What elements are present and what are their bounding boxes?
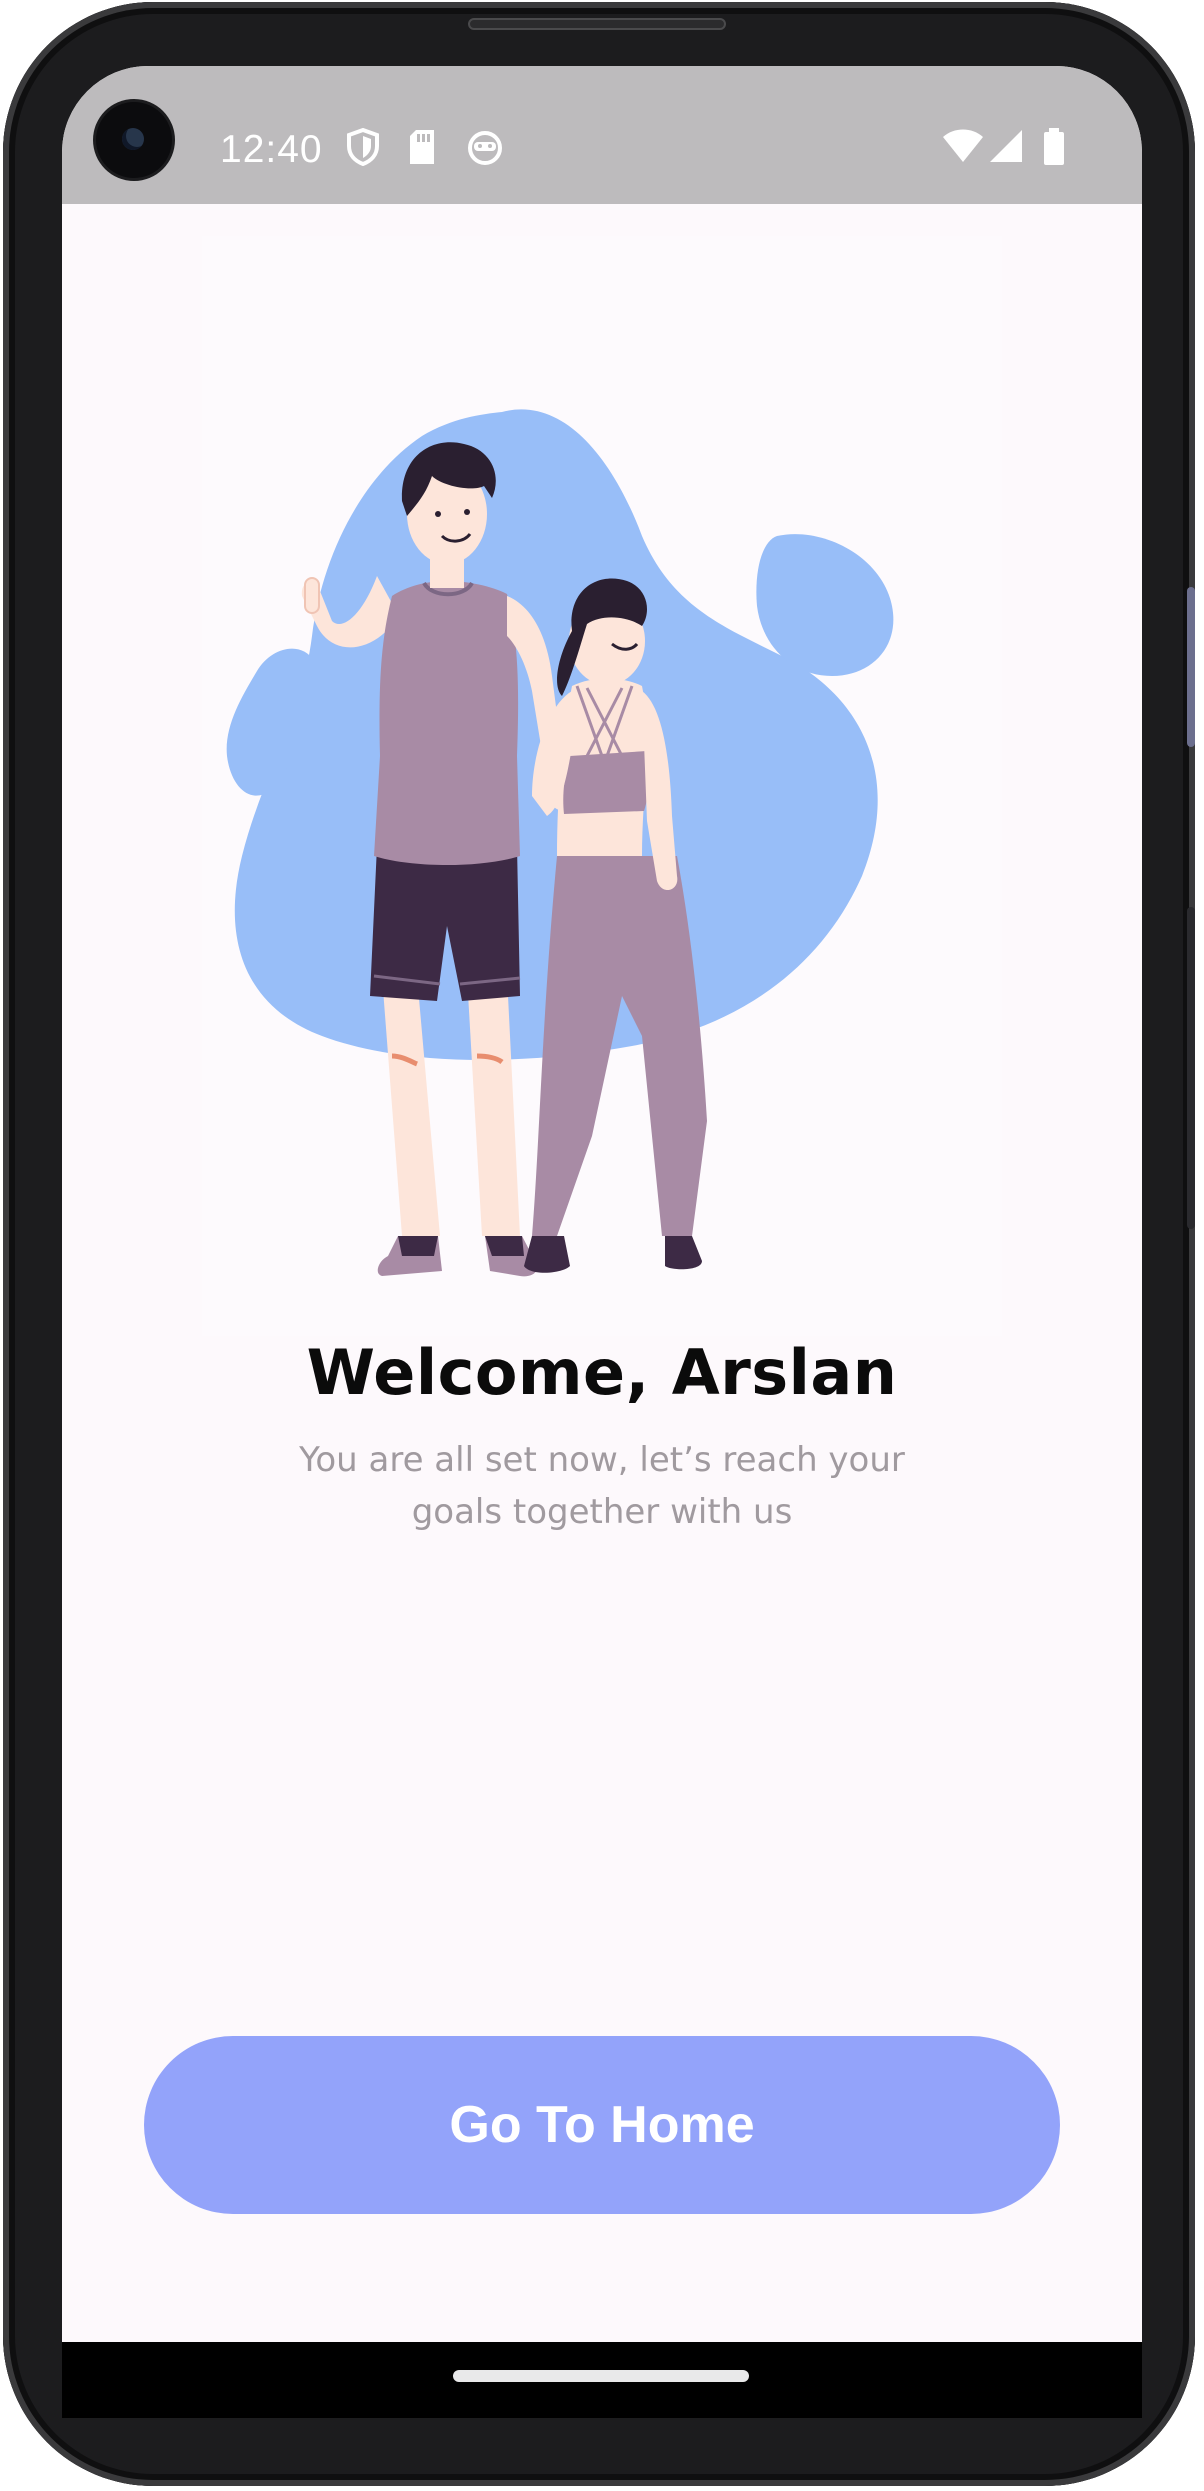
battery-icon	[1044, 128, 1064, 165]
android-face-icon	[468, 131, 502, 165]
sd-card-icon	[410, 130, 434, 164]
wifi-icon	[943, 129, 983, 162]
welcome-title: Welcome, Arslan	[306, 1336, 898, 1409]
cellular-signal-icon	[990, 130, 1022, 162]
go-to-home-button[interactable]: Go To Home	[144, 2036, 1060, 2214]
power-button	[1187, 907, 1195, 1229]
front-camera	[96, 102, 172, 178]
welcome-subtitle: You are all set now, let’s reach your go…	[252, 1434, 952, 1538]
status-time: 12:40	[220, 128, 323, 171]
fitness-illustration	[202, 236, 1002, 1336]
fitness-couple-image	[226, 409, 894, 1277]
screen: 12:40 Welcome, Arslan You are all set no…	[62, 66, 1142, 2342]
shield-icon	[347, 128, 379, 166]
home-gesture-handle[interactable]	[453, 2370, 749, 2382]
status-bar: 12:40	[62, 66, 1142, 204]
welcome-subtitle-line2: goals together with us	[411, 1492, 793, 1532]
volume-button	[1187, 587, 1195, 747]
speaker-grill	[468, 18, 726, 30]
navigation-bar	[62, 2342, 1142, 2418]
welcome-subtitle-line1: You are all set now, let’s reach your	[299, 1440, 905, 1480]
